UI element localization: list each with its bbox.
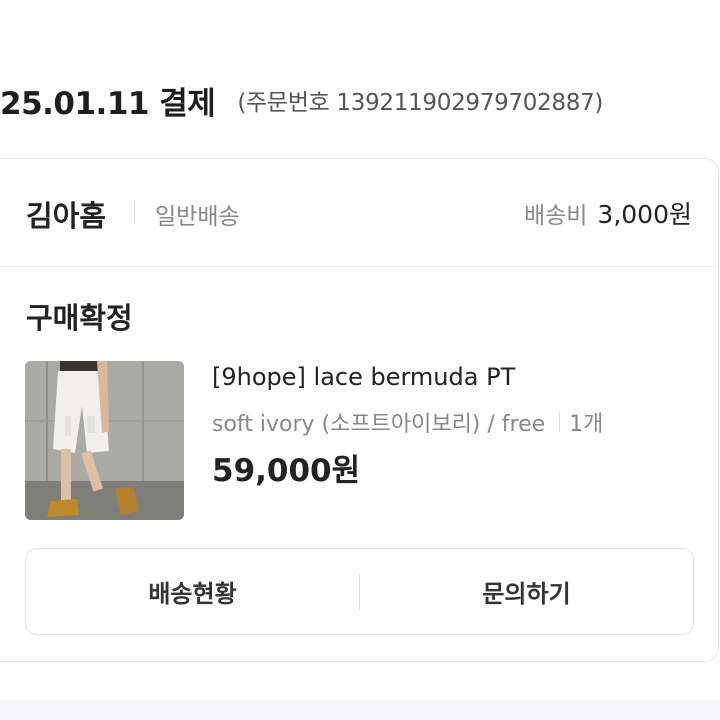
shipping-fee-label: 배송비	[523, 203, 588, 229]
order-status: 구매확정	[26, 301, 133, 335]
divider	[134, 201, 135, 223]
shipping-fee: 배송비 3,000원	[524, 195, 692, 231]
product-name[interactable]: [9hope] lace bermuda PT	[212, 363, 515, 391]
inquiry-button[interactable]: 문의하기	[360, 549, 693, 634]
action-buttons: 배송현황 문의하기	[25, 548, 694, 635]
order-number: (주문번호 139211902979702887)	[237, 90, 604, 116]
product-option-row: soft ivory (소프트아이보리) / free 1개	[212, 406, 603, 438]
product-photo-icon	[25, 361, 184, 520]
shop-name[interactable]: 김아홈	[26, 193, 106, 235]
product-option: soft ivory (소프트아이보리) / free	[212, 412, 546, 437]
delivery-status-button[interactable]: 배송현황	[26, 549, 359, 634]
product-quantity: 1개	[569, 412, 604, 437]
shipping-fee-value: 3,000원	[597, 200, 692, 229]
product-price: 59,000원	[212, 453, 361, 489]
order-card: 김아홈 일반배송 배송비 3,000원 구매확정 [9hope] lace be…	[0, 158, 719, 662]
product-image[interactable]	[25, 361, 184, 520]
shop-row: 김아홈 일반배송 배송비 3,000원	[0, 159, 718, 267]
order-date: 25.01.11 결제	[0, 85, 216, 122]
order-header: 25.01.11 결제 (주문번호 139211902979702887)	[0, 78, 603, 122]
divider	[559, 412, 561, 432]
shipping-type: 일반배송	[155, 204, 240, 230]
bottom-section-edge	[0, 700, 720, 720]
